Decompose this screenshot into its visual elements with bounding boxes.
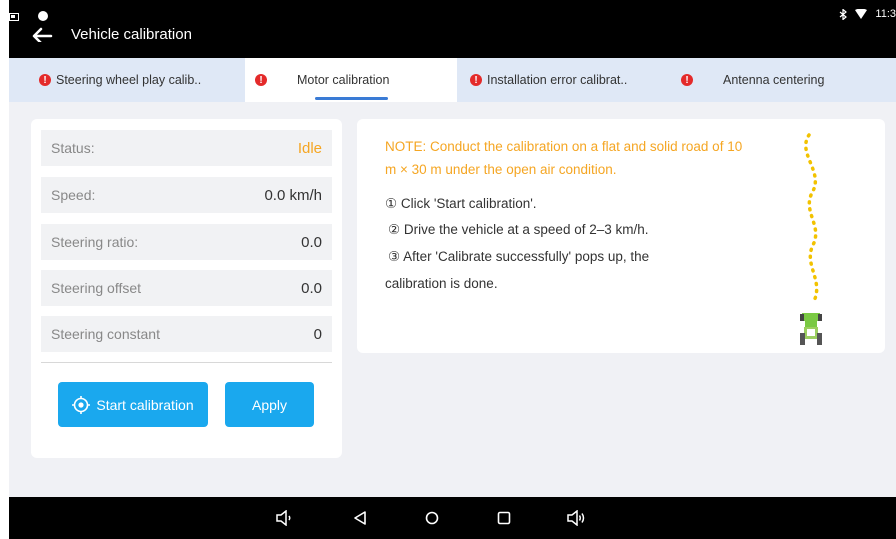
status-label: Status: xyxy=(51,140,95,156)
back-arrow-icon[interactable] xyxy=(29,10,55,45)
steering-constant-label: Steering constant xyxy=(51,326,160,342)
status-panel: Status: Idle Speed: 0.0 km/h Steering ra… xyxy=(31,119,342,458)
tab-label: Steering wheel play calib.. xyxy=(56,73,202,87)
start-calibration-button[interactable]: Start calibration xyxy=(58,382,208,427)
notification-icon xyxy=(9,8,19,21)
status-bar: 11:3 xyxy=(839,8,896,20)
volume-down-icon[interactable] xyxy=(274,508,294,528)
app-screen: Vehicle calibration 11:3 ! Steering whee… xyxy=(9,0,896,539)
tab-installation-error[interactable]: ! Installation error calibrat.. xyxy=(457,58,673,102)
speed-label: Speed: xyxy=(51,187,96,203)
clock: 11:3 xyxy=(875,8,896,20)
steering-offset-value: 0.0 xyxy=(301,279,322,297)
step-2: ② Drive the vehicle at a speed of 2–3 km… xyxy=(388,222,649,237)
speed-value: 0.0 km/h xyxy=(264,186,322,204)
speed-row: Speed: 0.0 km/h xyxy=(41,177,332,213)
system-nav-bar xyxy=(9,497,896,539)
home-icon[interactable] xyxy=(422,508,442,528)
calibration-note: NOTE: Conduct the calibration on a flat … xyxy=(385,139,743,177)
step-3: ③ After 'Calibrate successfully' pops up… xyxy=(388,249,650,264)
error-icon: ! xyxy=(470,74,482,86)
steering-offset-row: Steering offset 0.0 xyxy=(41,270,332,306)
error-icon: ! xyxy=(39,74,51,86)
tab-motor-calibration[interactable]: ! Motor calibration xyxy=(245,58,457,102)
steering-ratio-label: Steering ratio: xyxy=(51,234,139,250)
recents-icon[interactable] xyxy=(494,508,514,528)
step-3-continued: calibration is done. xyxy=(385,276,498,291)
tractor-icon xyxy=(800,313,822,345)
error-icon: ! xyxy=(681,74,693,86)
bluetooth-icon xyxy=(839,8,848,20)
calibration-tabs: ! Steering wheel play calib.. ! Motor ca… xyxy=(9,58,896,102)
steering-offset-label: Steering offset xyxy=(51,280,142,296)
back-icon[interactable] xyxy=(350,508,370,528)
steering-constant-value: 0 xyxy=(313,325,322,343)
start-calibration-label: Start calibration xyxy=(96,396,194,413)
volume-up-icon[interactable] xyxy=(566,508,586,528)
wifi-icon xyxy=(855,9,868,19)
active-tab-indicator xyxy=(315,97,388,100)
page-title: Vehicle calibration xyxy=(71,26,192,43)
status-row: Status: Idle xyxy=(41,130,332,166)
steering-ratio-value: 0.0 xyxy=(301,233,322,251)
apply-button[interactable]: Apply xyxy=(225,382,314,427)
step-1: ① Click 'Start calibration'. xyxy=(385,196,537,211)
target-icon xyxy=(72,395,91,414)
status-value: Idle xyxy=(297,139,322,157)
tab-antenna-centering[interactable]: ! Antenna centering xyxy=(673,58,896,102)
instructions-panel: NOTE: Conduct the calibration on a flat … xyxy=(357,119,885,353)
apply-label: Apply xyxy=(251,396,288,413)
divider xyxy=(41,362,332,363)
tab-label: Motor calibration xyxy=(297,73,390,87)
title-bar: Vehicle calibration 11:3 xyxy=(9,0,896,58)
drive-path-illustration xyxy=(804,133,819,305)
steering-ratio-row: Steering ratio: 0.0 xyxy=(41,224,332,260)
error-icon: ! xyxy=(255,74,267,86)
tab-label: Installation error calibrat.. xyxy=(487,73,628,87)
steering-constant-row: Steering constant 0 xyxy=(41,316,332,352)
tab-label: Antenna centering xyxy=(723,73,825,87)
tab-steering-wheel-play[interactable]: ! Steering wheel play calib.. xyxy=(9,58,245,102)
